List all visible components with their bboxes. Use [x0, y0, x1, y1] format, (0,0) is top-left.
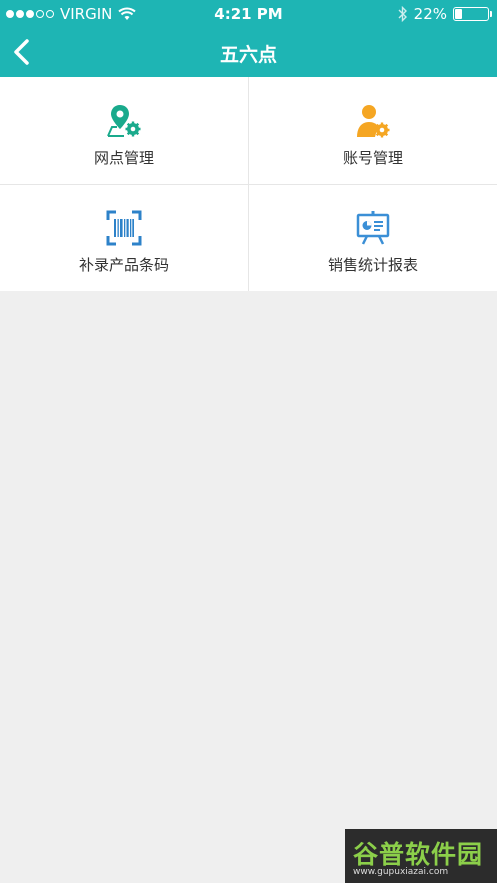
menu-grid: 网点管理 账号管理 补录产品条码 销售统计报表	[0, 77, 497, 291]
menu-item-outlet-management[interactable]: 网点管理	[0, 77, 248, 184]
report-board-icon	[356, 211, 390, 245]
location-gear-icon	[107, 105, 141, 137]
watermark-url: www.gupuxiazai.com	[353, 867, 449, 877]
page-title: 五六点	[219, 44, 277, 66]
menu-item-barcode-entry[interactable]: 补录产品条码	[0, 184, 248, 291]
battery-fill	[455, 9, 463, 19]
user-gear-icon	[357, 105, 390, 138]
battery-percent: 22%	[413, 5, 447, 23]
menu-item-label: 补录产品条码	[78, 256, 169, 274]
menu-item-account-management[interactable]: 账号管理	[249, 77, 497, 184]
menu-item-label: 销售统计报表	[327, 256, 418, 274]
status-bar: VIRGIN 4:21 PM 22%	[0, 0, 497, 28]
watermark-logo: 谷普软件园 www.gupuxiazai.com	[345, 829, 497, 883]
barcode-scan-icon	[106, 210, 142, 246]
menu-item-label: 网点管理	[93, 149, 154, 167]
battery-cap	[490, 11, 492, 17]
bluetooth-icon	[398, 6, 407, 22]
menu-item-sales-report[interactable]: 销售统计报表	[249, 184, 497, 291]
header: VIRGIN 4:21 PM 22% 五六点	[0, 0, 497, 77]
status-right: 22%	[398, 5, 492, 23]
nav-bar: 五六点	[0, 28, 497, 77]
battery-icon	[453, 7, 492, 21]
watermark-brand: 谷普软件园	[353, 840, 484, 869]
menu-item-label: 账号管理	[342, 149, 403, 167]
